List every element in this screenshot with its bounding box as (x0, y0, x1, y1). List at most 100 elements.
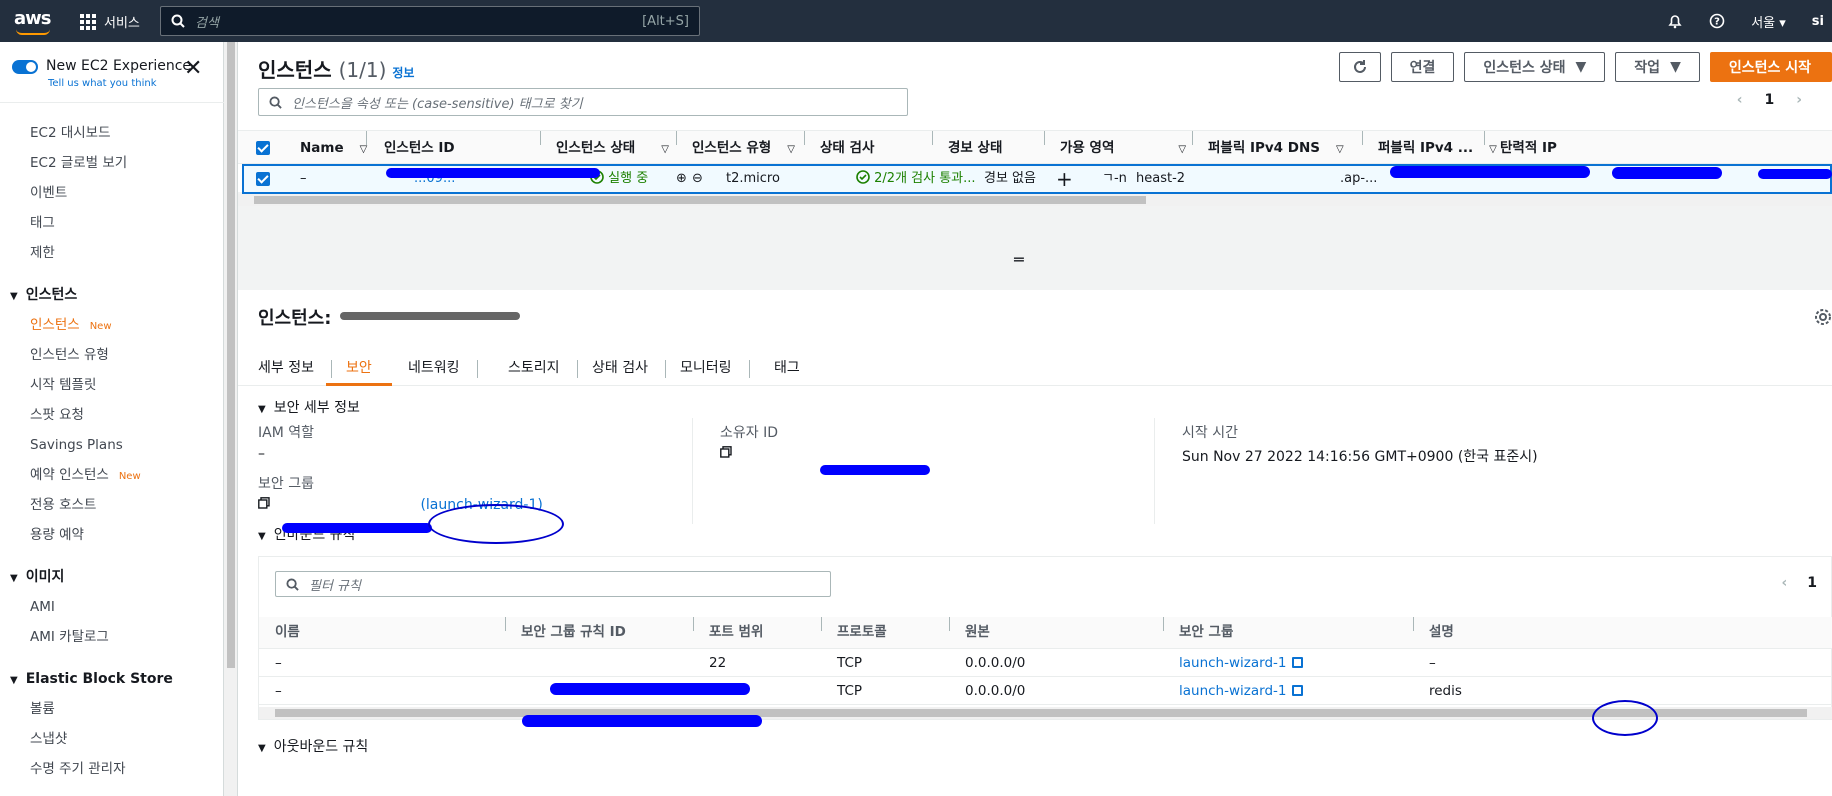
sidebar-item-limits[interactable]: 제한 (0, 238, 224, 268)
detail-title: 인스턴스: (258, 308, 332, 329)
sidebar-item-instance-types[interactable]: 인스턴스 유형 (0, 340, 224, 370)
prev-page-icon[interactable]: ‹ (1737, 92, 1743, 108)
sidebar-item-instances[interactable]: 인스턴스 New (0, 310, 224, 340)
next-page-icon[interactable]: › (1796, 92, 1802, 108)
select-all-checkbox[interactable] (256, 131, 270, 165)
cell-az: ㄱ-n (1102, 171, 1127, 186)
security-group-link[interactable]: (launch-wizard-1) (420, 497, 542, 513)
scrollbar-thumb[interactable] (254, 196, 1146, 204)
table-row[interactable]: – 22 TCP 0.0.0.0/0 launch-wizard-1 – (259, 649, 1832, 677)
zoom-in-icon[interactable]: ⊕ (676, 166, 687, 192)
cell-state: 실행 중 (590, 166, 648, 192)
sidebar-item-lifecycle-manager[interactable]: 수명 주기 관리자 (0, 754, 224, 784)
col-status-check[interactable]: 상태 검사 (820, 131, 874, 165)
region-selector[interactable]: 서울 ▾ (1751, 12, 1786, 31)
tab-security[interactable]: 보안 (326, 350, 392, 386)
sidebar-item-events[interactable]: 이벤트 (0, 178, 224, 208)
col-name[interactable]: Name ▽ (300, 131, 367, 167)
table-row[interactable]: – 6379 TCP 0.0.0.0/0 launch-wizard-1 red… (259, 677, 1832, 705)
sidebar-section-ebs[interactable]: ▼ Elastic Block Store (0, 664, 224, 694)
tab-monitoring[interactable]: 모니터링 (680, 350, 749, 386)
outbound-rules-header[interactable]: ▼ 아웃바운드 규칙 (258, 736, 368, 756)
col-alarm-status[interactable]: 경보 상태 (948, 131, 1002, 165)
col-description[interactable]: 설명 (1429, 617, 1454, 647)
row-checkbox[interactable] (256, 166, 270, 192)
cell-alarm: 경보 없음 (984, 171, 1036, 186)
tab-networking[interactable]: 네트워킹 (408, 350, 477, 386)
sidebar-item-ami-catalog[interactable]: AMI 카탈로그 (0, 622, 224, 652)
page-number[interactable]: 1 (1807, 575, 1817, 591)
copy-icon[interactable] (258, 497, 270, 509)
prev-page-icon[interactable]: ‹ (1781, 575, 1787, 591)
table-horizontal-scrollbar[interactable] (238, 194, 1832, 206)
actions-dropdown[interactable]: 작업 ▼ (1615, 52, 1700, 82)
col-security-group[interactable]: 보안 그룹 (1179, 617, 1233, 647)
col-instance-type[interactable]: 인스턴스 유형 ▽ (692, 131, 795, 167)
rules-horizontal-scrollbar[interactable] (259, 707, 1832, 719)
sidebar-section-instances[interactable]: ▼ 인스턴스 (0, 280, 224, 310)
refresh-button[interactable] (1338, 52, 1381, 82)
col-public-ipv4[interactable]: 퍼블릭 IPv4 ... ▽ (1378, 131, 1497, 167)
sidebar-item-savings-plans[interactable]: Savings Plans (0, 430, 224, 460)
connect-button[interactable]: 연결 (1390, 52, 1455, 82)
sidebar-item-tags[interactable]: 태그 (0, 208, 224, 238)
scrollbar-thumb[interactable] (227, 42, 235, 668)
sidebar-item-dashboard[interactable]: EC2 대시보드 (0, 118, 224, 148)
resize-handle[interactable]: ═ (1014, 250, 1024, 269)
col-instance-id[interactable]: 인스턴스 ID (384, 131, 455, 165)
sidebar-item-reserved-instances[interactable]: 예약 인스턴스 New (0, 460, 224, 490)
col-rule-name[interactable]: 이름 (275, 617, 300, 647)
add-alarm-icon[interactable]: + (1056, 166, 1073, 192)
instance-state-dropdown[interactable]: 인스턴스 상태 ▼ (1464, 52, 1606, 82)
gear-icon[interactable] (1814, 308, 1832, 326)
sidebar-item-snapshots[interactable]: 스냅샷 (0, 724, 224, 754)
sidebar-item-capacity-reservations[interactable]: 용량 예약 (0, 520, 224, 550)
sidebar-item-ami[interactable]: AMI (0, 592, 224, 622)
scrollbar-thumb[interactable] (275, 709, 1807, 717)
pagination: ‹ 1 › (1737, 92, 1802, 108)
tab-tags[interactable]: 태그 (774, 350, 800, 386)
services-menu[interactable]: 서비스 (80, 12, 140, 31)
account-menu[interactable]: si (1812, 14, 1824, 29)
sidebar-section-images[interactable]: ▼ 이미지 (0, 562, 224, 592)
col-protocol[interactable]: 프로토콜 (837, 617, 887, 647)
col-source[interactable]: 원본 (965, 617, 990, 647)
col-availability-zone[interactable]: 가용 영역 ▽ (1060, 131, 1186, 167)
info-link[interactable]: 정보 (392, 66, 414, 80)
page-number[interactable]: 1 (1764, 92, 1774, 108)
table-row[interactable]: – ...09... 실행 중 ⊕ ⊖ t2.micro 2/2개 검사 통과.… (242, 164, 1832, 194)
bell-icon[interactable] (1667, 13, 1683, 29)
sidebar-item-dedicated-hosts[interactable]: 전용 호스트 (0, 490, 224, 520)
sidebar-item-spot-requests[interactable]: 스팟 요청 (0, 400, 224, 430)
feedback-link[interactable]: Tell us what you think (48, 78, 157, 89)
sidebar-item-launch-templates[interactable]: 시작 템플릿 (0, 370, 224, 400)
search-placeholder: 검색 (195, 15, 219, 31)
security-group-link[interactable]: launch-wizard-1 (1179, 649, 1304, 677)
tab-status-checks[interactable]: 상태 검사 (592, 350, 666, 386)
rules-filter-input[interactable]: 필터 규칙 (275, 571, 831, 597)
col-port-range[interactable]: 포트 범위 (709, 617, 763, 647)
col-elastic-ip[interactable]: 탄력적 IP (1500, 131, 1557, 165)
sidebar-item-volumes[interactable]: 볼륨 (0, 694, 224, 724)
tab-details[interactable]: 세부 정보 (258, 350, 332, 386)
col-rule-id[interactable]: 보안 그룹 규칙 ID (521, 617, 626, 647)
global-search-input[interactable]: 검색 [Alt+S] (160, 6, 700, 36)
sidebar-item-global-view[interactable]: EC2 글로벌 보기 (0, 148, 224, 178)
tab-storage[interactable]: 스토리지 (508, 350, 577, 386)
aws-logo[interactable]: aws (14, 8, 54, 35)
security-group-link[interactable]: launch-wizard-1 (1179, 677, 1304, 705)
new-experience-toggle[interactable] (12, 60, 38, 74)
zoom-out-icon[interactable]: ⊖ (692, 166, 703, 192)
col-public-dns[interactable]: 퍼블릭 IPv4 DNS ▽ (1208, 131, 1344, 167)
sidebar-scrollbar[interactable] (224, 42, 238, 796)
cell-instance-id[interactable]: ...09... (414, 166, 455, 192)
col-instance-state[interactable]: 인스턴스 상태 ▽ (556, 131, 669, 167)
security-details-header[interactable]: ▼ 보안 세부 정보 (258, 397, 360, 417)
launch-instances-button[interactable]: 인스턴스 시작 (1709, 52, 1832, 82)
close-icon[interactable]: ✕ (184, 58, 202, 80)
copy-icon[interactable] (720, 446, 732, 458)
inbound-rules-header[interactable]: ▼ 인바운드 규칙 (258, 524, 355, 544)
help-icon[interactable]: ? (1709, 13, 1725, 29)
instance-search-input[interactable]: 인스턴스을 속성 또는 (case-sensitive) 태그로 찾기 (258, 88, 908, 116)
inbound-rules-table: 필터 규칙 ‹ 1 이름 보안 그룹 규칙 ID 포트 범위 프로토콜 원본 보안… (258, 556, 1832, 720)
